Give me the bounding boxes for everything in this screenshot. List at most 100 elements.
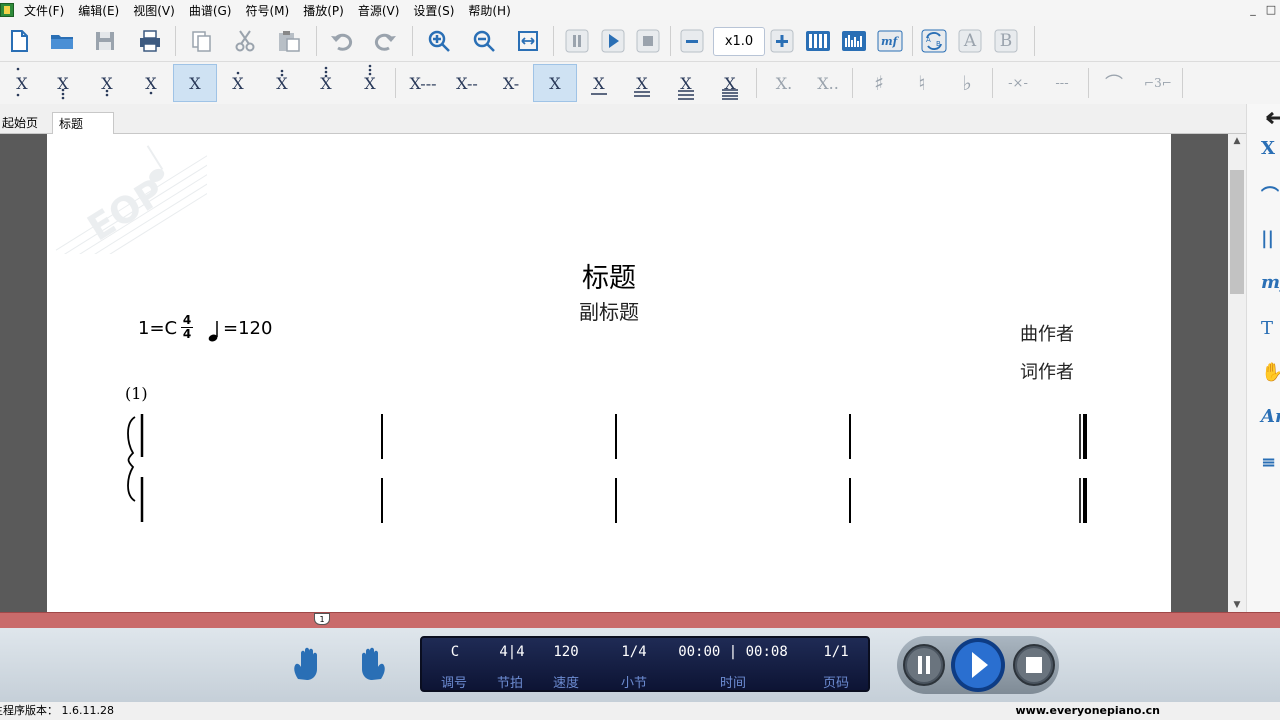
lyricist-label[interactable]: 词作者 bbox=[1020, 358, 1074, 384]
sharp-button[interactable]: ♯ bbox=[857, 64, 901, 102]
note-dot-above-3-button[interactable]: X bbox=[304, 64, 348, 102]
quarter-note-button[interactable]: X bbox=[533, 64, 577, 102]
text-tool-icon[interactable]: T bbox=[1261, 318, 1280, 348]
time-signature[interactable]: 4 4 bbox=[181, 314, 193, 341]
pause-button[interactable] bbox=[560, 24, 594, 58]
note-high-2-button[interactable]: X bbox=[41, 64, 85, 102]
left-hand-icon[interactable] bbox=[290, 647, 326, 683]
annotation-tool-icon[interactable]: An bbox=[1261, 406, 1280, 436]
scrollbar-thumb[interactable] bbox=[1230, 170, 1244, 294]
bottom-pause-button[interactable] bbox=[902, 643, 946, 687]
note-normal-button[interactable]: X bbox=[173, 64, 217, 102]
stop-button[interactable] bbox=[631, 24, 665, 58]
vertical-scrollbar[interactable]: ▲ ▼ bbox=[1228, 134, 1246, 612]
score-title[interactable]: 标题 bbox=[47, 256, 1171, 295]
staff-view-button[interactable] bbox=[837, 24, 871, 58]
fermata-tool-icon[interactable]: ⌒ bbox=[1261, 182, 1280, 212]
zoom-in-button[interactable] bbox=[422, 24, 456, 58]
hand-tool-icon[interactable]: ✋ bbox=[1261, 362, 1280, 392]
half-note-button[interactable]: X- bbox=[489, 64, 533, 102]
copy-button[interactable] bbox=[185, 24, 219, 58]
tab-start-page[interactable]: 起始页 bbox=[0, 112, 44, 134]
triplet-button[interactable]: ⌐3⌐ bbox=[1136, 64, 1180, 102]
redo-button[interactable] bbox=[368, 24, 402, 58]
menu-file[interactable]: 文件(F) bbox=[18, 2, 72, 19]
maximize-button[interactable]: □ bbox=[1262, 0, 1280, 20]
note-dot-above-4-button[interactable]: X bbox=[348, 64, 392, 102]
whole-note-button[interactable]: X--- bbox=[400, 64, 446, 102]
keyboard-view-button[interactable] bbox=[801, 24, 835, 58]
save-button[interactable] bbox=[88, 24, 122, 58]
playback-progress-bar[interactable]: 1 bbox=[0, 612, 1280, 628]
flat-button[interactable]: ♭ bbox=[945, 64, 989, 102]
tempo-marking[interactable]: =120 bbox=[223, 318, 272, 339]
speed-display[interactable]: x1.0 bbox=[713, 27, 765, 56]
bottom-play-button[interactable] bbox=[950, 637, 1006, 693]
slur-button[interactable]: ⌒ bbox=[1092, 64, 1136, 102]
double-dotted-note-button[interactable]: X.. bbox=[806, 64, 850, 102]
underline-1-icon bbox=[577, 64, 621, 102]
key-signature[interactable]: 1=C bbox=[138, 318, 177, 339]
note-tool-icon[interactable]: X bbox=[1261, 138, 1280, 168]
scissors-icon bbox=[232, 28, 258, 54]
thirty-second-note-button[interactable]: X bbox=[664, 64, 708, 102]
sixty-fourth-note-button[interactable]: X bbox=[708, 64, 752, 102]
menu-edit[interactable]: 编辑(E) bbox=[72, 2, 127, 19]
score-page[interactable]: EOP 标题 副标题 1=C 4 4 =120 曲作者 词作者 (1) bbox=[47, 134, 1171, 612]
note-dot-above-2-button[interactable]: X bbox=[260, 64, 304, 102]
cut-button[interactable] bbox=[228, 24, 262, 58]
rest-dash-button[interactable]: --- bbox=[1040, 64, 1084, 102]
convert-button[interactable]: AB bbox=[917, 24, 951, 58]
menu-play[interactable]: 播放(P) bbox=[297, 2, 352, 19]
menu-help[interactable]: 帮助(H) bbox=[462, 2, 518, 19]
note-dot-above-1-button[interactable]: X bbox=[216, 64, 260, 102]
repeat-tool-icon[interactable]: || bbox=[1261, 228, 1280, 258]
paste-button[interactable] bbox=[272, 24, 306, 58]
right-hand-icon[interactable] bbox=[353, 647, 389, 683]
speed-down-button[interactable] bbox=[675, 24, 709, 58]
print-button[interactable] bbox=[133, 24, 167, 58]
play-button[interactable] bbox=[596, 24, 630, 58]
svg-text:A: A bbox=[926, 36, 931, 44]
bottom-stop-button[interactable] bbox=[1012, 643, 1056, 687]
note-low-1-button[interactable]: X bbox=[129, 64, 173, 102]
letter-a-button[interactable]: A bbox=[953, 24, 987, 58]
composer-label[interactable]: 曲作者 bbox=[1020, 320, 1074, 346]
natural-button[interactable]: ♮ bbox=[900, 64, 944, 102]
note-high-1-button[interactable]: X bbox=[85, 64, 129, 102]
sixteenth-note-button[interactable]: X bbox=[620, 64, 664, 102]
minimize-button[interactable]: _ bbox=[1244, 0, 1262, 20]
dynamics-tool-icon[interactable]: mf bbox=[1261, 272, 1280, 302]
menu-symbol[interactable]: 符号(M) bbox=[239, 2, 297, 19]
undo-button[interactable] bbox=[325, 24, 359, 58]
progress-marker[interactable]: 1 bbox=[314, 613, 330, 625]
status-bar: 主程序版本： 1.6.11.28 www.everyonepiano.cn bbox=[0, 702, 1280, 720]
eighth-note-button[interactable]: X bbox=[577, 64, 621, 102]
dot-above-icon bbox=[216, 64, 260, 102]
half-dotted-note-button[interactable]: X-- bbox=[445, 64, 489, 102]
website-link[interactable]: www.everyonepiano.cn bbox=[1016, 702, 1160, 720]
dynamics-button[interactable]: mf bbox=[873, 24, 907, 58]
dotted-note-button[interactable]: X. bbox=[762, 64, 806, 102]
menu-view[interactable]: 视图(V) bbox=[127, 2, 183, 19]
spacing-tool-icon[interactable]: ≡ bbox=[1261, 452, 1280, 482]
menu-sound[interactable]: 音源(V) bbox=[352, 2, 408, 19]
panel-collapse-icon[interactable] bbox=[1263, 108, 1280, 128]
scroll-up-icon[interactable]: ▲ bbox=[1228, 136, 1246, 146]
scroll-down-icon[interactable]: ▼ bbox=[1228, 600, 1246, 610]
zoom-out-button[interactable] bbox=[467, 24, 501, 58]
speed-up-button[interactable] bbox=[765, 24, 799, 58]
flat-icon: ♭ bbox=[962, 71, 971, 95]
open-file-button[interactable] bbox=[45, 24, 79, 58]
new-file-button[interactable] bbox=[2, 24, 36, 58]
menu-settings[interactable]: 设置(S) bbox=[407, 2, 462, 19]
menu-score[interactable]: 曲谱(G) bbox=[183, 2, 240, 19]
tab-title[interactable]: 标题 bbox=[52, 112, 114, 134]
paste-icon bbox=[276, 28, 302, 54]
fit-width-button[interactable] bbox=[511, 24, 545, 58]
note-high-3-button[interactable]: X bbox=[0, 64, 44, 102]
svg-text:B: B bbox=[936, 40, 941, 48]
rest-x-button[interactable]: -×- bbox=[996, 64, 1040, 102]
measure-number: (1) bbox=[125, 384, 148, 403]
letter-b-button[interactable]: B bbox=[989, 24, 1023, 58]
